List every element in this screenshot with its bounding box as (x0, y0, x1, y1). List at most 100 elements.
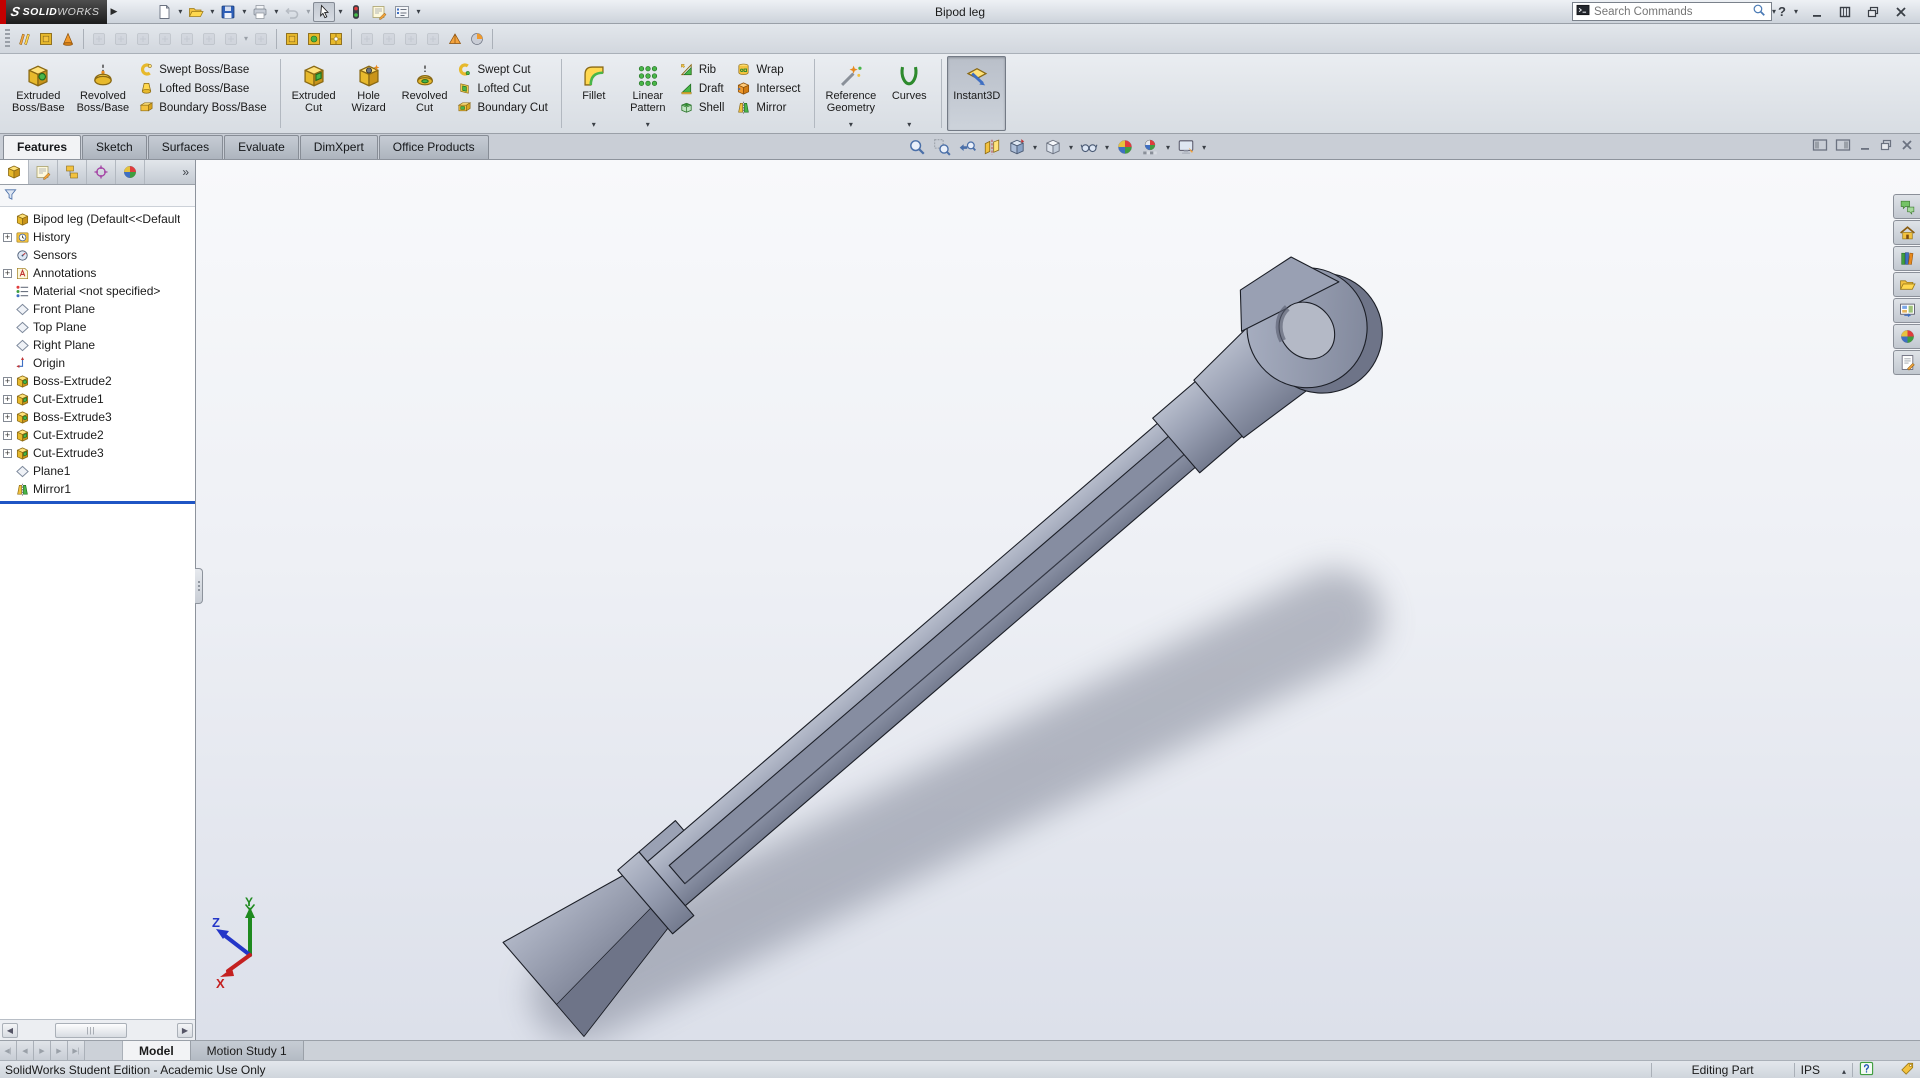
render-tool-button[interactable] (466, 29, 488, 49)
tab-features[interactable]: Features (3, 135, 82, 159)
restore-document-icon[interactable] (1879, 138, 1893, 155)
propertymanager-tab[interactable] (29, 160, 58, 184)
rollback-bar[interactable] (0, 501, 195, 504)
insert-down-button[interactable] (356, 29, 378, 49)
pane-right-icon[interactable] (1835, 138, 1851, 155)
sketch-tool-3-button[interactable] (57, 29, 79, 49)
insert-up-button[interactable] (378, 29, 400, 49)
search-input[interactable] (1594, 5, 1749, 18)
view-palette-tab[interactable] (1893, 298, 1920, 323)
swept-cut-button[interactable]: Swept Cut (453, 60, 555, 79)
tree-item-bipod-leg-default-default[interactable]: Bipod leg (Default<<Default (0, 210, 195, 228)
open-dropdown-caret[interactable]: ▾ (208, 7, 216, 16)
manager-tabs-overflow[interactable]: » (176, 160, 195, 184)
minimize-document-icon[interactable] (1858, 138, 1872, 155)
file-explorer-tab[interactable] (1893, 272, 1920, 297)
close-document-icon[interactable] (1900, 138, 1914, 155)
nav-last-button[interactable]: ▶ (51, 1041, 68, 1060)
feature-tool-1-button[interactable] (88, 29, 110, 49)
quick-tips-icon[interactable] (1859, 1061, 1874, 1078)
extruded-cut-button[interactable]: Extruded Cut (286, 56, 342, 131)
fillet-button[interactable]: Fillet ▾ (567, 56, 621, 131)
hide-show-items-caret[interactable]: ▾ (1103, 143, 1111, 152)
previous-view-button[interactable] (956, 137, 978, 157)
expand-icon[interactable]: + (3, 268, 12, 278)
tree-item-cut-extrude3[interactable]: + Cut-Extrude3 (0, 444, 195, 462)
panel-splitter-handle[interactable] (195, 568, 203, 604)
solidworks-forum-tab[interactable] (1893, 194, 1920, 219)
lofted-boss-button[interactable]: Lofted Boss/Base (135, 79, 274, 98)
feature-tool-5-button[interactable] (176, 29, 198, 49)
print-dropdown-caret[interactable]: ▾ (272, 7, 280, 16)
graphics-viewport[interactable]: Z X Y (196, 160, 1920, 1040)
expand-icon[interactable]: + (3, 394, 12, 404)
tree-item-boss-extrude2[interactable]: + Boss-Extrude2 (0, 372, 195, 390)
expand-icon[interactable]: + (3, 412, 12, 422)
expand-icon[interactable]: + (3, 430, 12, 440)
rebuild-button[interactable] (345, 2, 367, 22)
fillet-caret[interactable]: ▾ (592, 120, 596, 129)
new-dropdown-caret[interactable]: ▾ (176, 7, 184, 16)
toolbar-grip[interactable] (5, 28, 10, 49)
instant3d-button[interactable]: Instant3D (947, 56, 1007, 131)
open-button[interactable] (185, 2, 207, 22)
view-single-button[interactable] (281, 29, 303, 49)
tree-item-top-plane[interactable]: Top Plane (0, 318, 195, 336)
save-button[interactable] (217, 2, 239, 22)
feature-tool-3-button[interactable] (132, 29, 154, 49)
sketch-tool-1-button[interactable] (13, 29, 35, 49)
revolved-cut-button[interactable]: Revolved Cut (396, 56, 454, 131)
feature-tool-2-button[interactable] (110, 29, 132, 49)
tab-dimxpert[interactable]: DimXpert (299, 135, 378, 159)
swept-boss-button[interactable]: Swept Boss/Base (135, 60, 274, 79)
doc-tab-model[interactable]: Model (123, 1041, 191, 1060)
tree-item-boss-extrude3[interactable]: + Boss-Extrude3 (0, 408, 195, 426)
tab-sketch[interactable]: Sketch (82, 135, 147, 159)
menu-expand-icon[interactable]: ▶ (110, 6, 117, 17)
sketch-tool-2-button[interactable] (35, 29, 57, 49)
options-dropdown-caret[interactable]: ▾ (414, 7, 422, 16)
appearances-scenes-tab[interactable] (1893, 324, 1920, 349)
doc-tab-motion-study-1[interactable]: Motion Study 1 (190, 1041, 304, 1060)
nav-next-button[interactable]: ▶ (34, 1041, 51, 1060)
tab-office-products[interactable]: Office Products (378, 135, 489, 159)
tree-item-origin[interactable]: Origin (0, 354, 195, 372)
feature-tool-7-caret[interactable]: ▾ (242, 34, 250, 43)
reference-geometry-caret[interactable]: ▾ (849, 120, 853, 129)
draft-button[interactable]: Draft (675, 79, 733, 98)
expand-icon[interactable]: + (3, 232, 12, 242)
section-tool-button[interactable] (444, 29, 466, 49)
expand-icon[interactable]: + (3, 448, 12, 458)
configurationmanager-tab[interactable] (58, 160, 87, 184)
mirror-button[interactable]: Mirror (732, 98, 808, 117)
filter-icon[interactable] (3, 187, 18, 205)
tree-item-history[interactable]: + History (0, 228, 195, 246)
boundary-boss-button[interactable]: Boundary Boss/Base (135, 98, 274, 117)
tree-item-cut-extrude2[interactable]: + Cut-Extrude2 (0, 426, 195, 444)
tree-item-plane1[interactable]: Plane1 (0, 462, 195, 480)
expand-icon[interactable]: + (3, 376, 12, 386)
print-button[interactable] (249, 2, 271, 22)
view-two-button[interactable] (303, 29, 325, 49)
zoom-to-fit-button[interactable] (906, 137, 928, 157)
edit-appearance-button[interactable] (1114, 137, 1136, 157)
revolved-boss-button[interactable]: Revolved Boss/Base (71, 56, 136, 131)
window-tool-button[interactable] (400, 29, 422, 49)
close-button[interactable] (1890, 3, 1912, 20)
tab-evaluate[interactable]: Evaluate (224, 135, 299, 159)
displaymanager-tab[interactable] (116, 160, 145, 184)
select-button[interactable] (313, 1, 336, 22)
minimize-button[interactable] (1806, 3, 1828, 20)
tree-item-front-plane[interactable]: Front Plane (0, 300, 195, 318)
feature-tool-6-button[interactable] (198, 29, 220, 49)
tree-item-cut-extrude1[interactable]: + Cut-Extrude1 (0, 390, 195, 408)
view-settings-button[interactable] (1175, 137, 1197, 157)
featuremanager-tab[interactable] (0, 160, 29, 184)
custom-properties-tab[interactable] (1893, 350, 1920, 375)
file-properties-button[interactable] (368, 2, 390, 22)
solidworks-resources-tab[interactable] (1893, 220, 1920, 245)
extruded-boss-button[interactable]: Extruded Boss/Base (6, 56, 71, 131)
design-library-tab[interactable] (1893, 246, 1920, 271)
shell-button[interactable]: Shell (675, 98, 733, 117)
display-style-caret[interactable]: ▾ (1067, 143, 1075, 152)
